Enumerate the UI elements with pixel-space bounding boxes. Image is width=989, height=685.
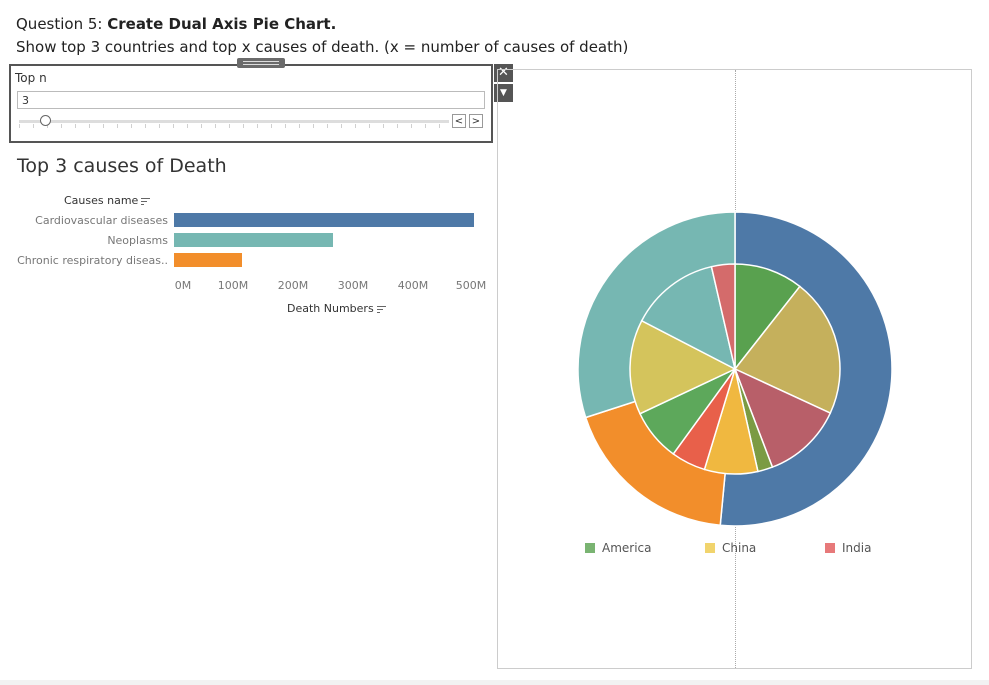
row-header-label: Causes name [64, 194, 139, 207]
bar-mark[interactable] [174, 213, 474, 227]
x-axis-title-wrap[interactable]: Death Numbers [287, 302, 387, 315]
legend-item[interactable]: America [585, 541, 652, 555]
bar-category-label: Chronic respiratory diseas.. [17, 254, 168, 267]
top-n-input[interactable] [17, 91, 485, 109]
legend-label: India [842, 541, 872, 555]
legend-swatch [825, 543, 835, 553]
x-axis-tick-label: 100M [217, 279, 249, 292]
legend-item[interactable]: India [825, 541, 871, 555]
bar-row-header[interactable]: Causes name [64, 194, 152, 207]
legend-swatch [585, 543, 595, 553]
legend-label: China [722, 541, 757, 555]
x-axis-tick-label: 400M [397, 279, 429, 292]
question-prefix: Question 5: [16, 15, 108, 33]
slider-thumb[interactable] [39, 115, 51, 126]
x-axis-tick-label: 500M [455, 279, 487, 292]
bar-mark[interactable] [174, 253, 242, 267]
question-heading: Question 5: Create Dual Axis Pie Chart. [16, 15, 336, 33]
x-axis-tick-label: 300M [337, 279, 369, 292]
sort-icon[interactable] [141, 196, 152, 206]
x-axis-tick-label: 0M [174, 279, 192, 292]
pie-chart-pane: America China India [497, 69, 972, 669]
legend-item[interactable]: China [705, 541, 756, 555]
step-prev-button[interactable]: < [452, 114, 466, 128]
slider-track[interactable] [19, 120, 449, 123]
dual-axis-pie-chart [577, 211, 893, 527]
parameter-title: Top n [15, 71, 47, 85]
x-axis-title: Death Numbers [287, 302, 374, 315]
question-subtitle: Show top 3 countries and top x causes of… [16, 38, 629, 56]
step-next-button[interactable]: > [469, 114, 483, 128]
slider-ticks [19, 124, 449, 128]
parameter-control[interactable]: Top n < > [9, 58, 493, 143]
question-title: Create Dual Axis Pie Chart. [107, 15, 337, 33]
bottom-scrollbar [0, 680, 989, 685]
sort-icon[interactable] [376, 304, 387, 314]
bar-category-label: Neoplasms [107, 234, 168, 247]
bar-mark[interactable] [174, 233, 333, 247]
legend-swatch [705, 543, 715, 553]
legend-label: America [602, 541, 652, 555]
x-axis-tick-label: 200M [277, 279, 309, 292]
drag-handle[interactable] [237, 58, 285, 68]
bar-category-label: Cardiovascular diseases [35, 214, 168, 227]
bar-chart-title: Top 3 causes of Death [17, 155, 227, 177]
